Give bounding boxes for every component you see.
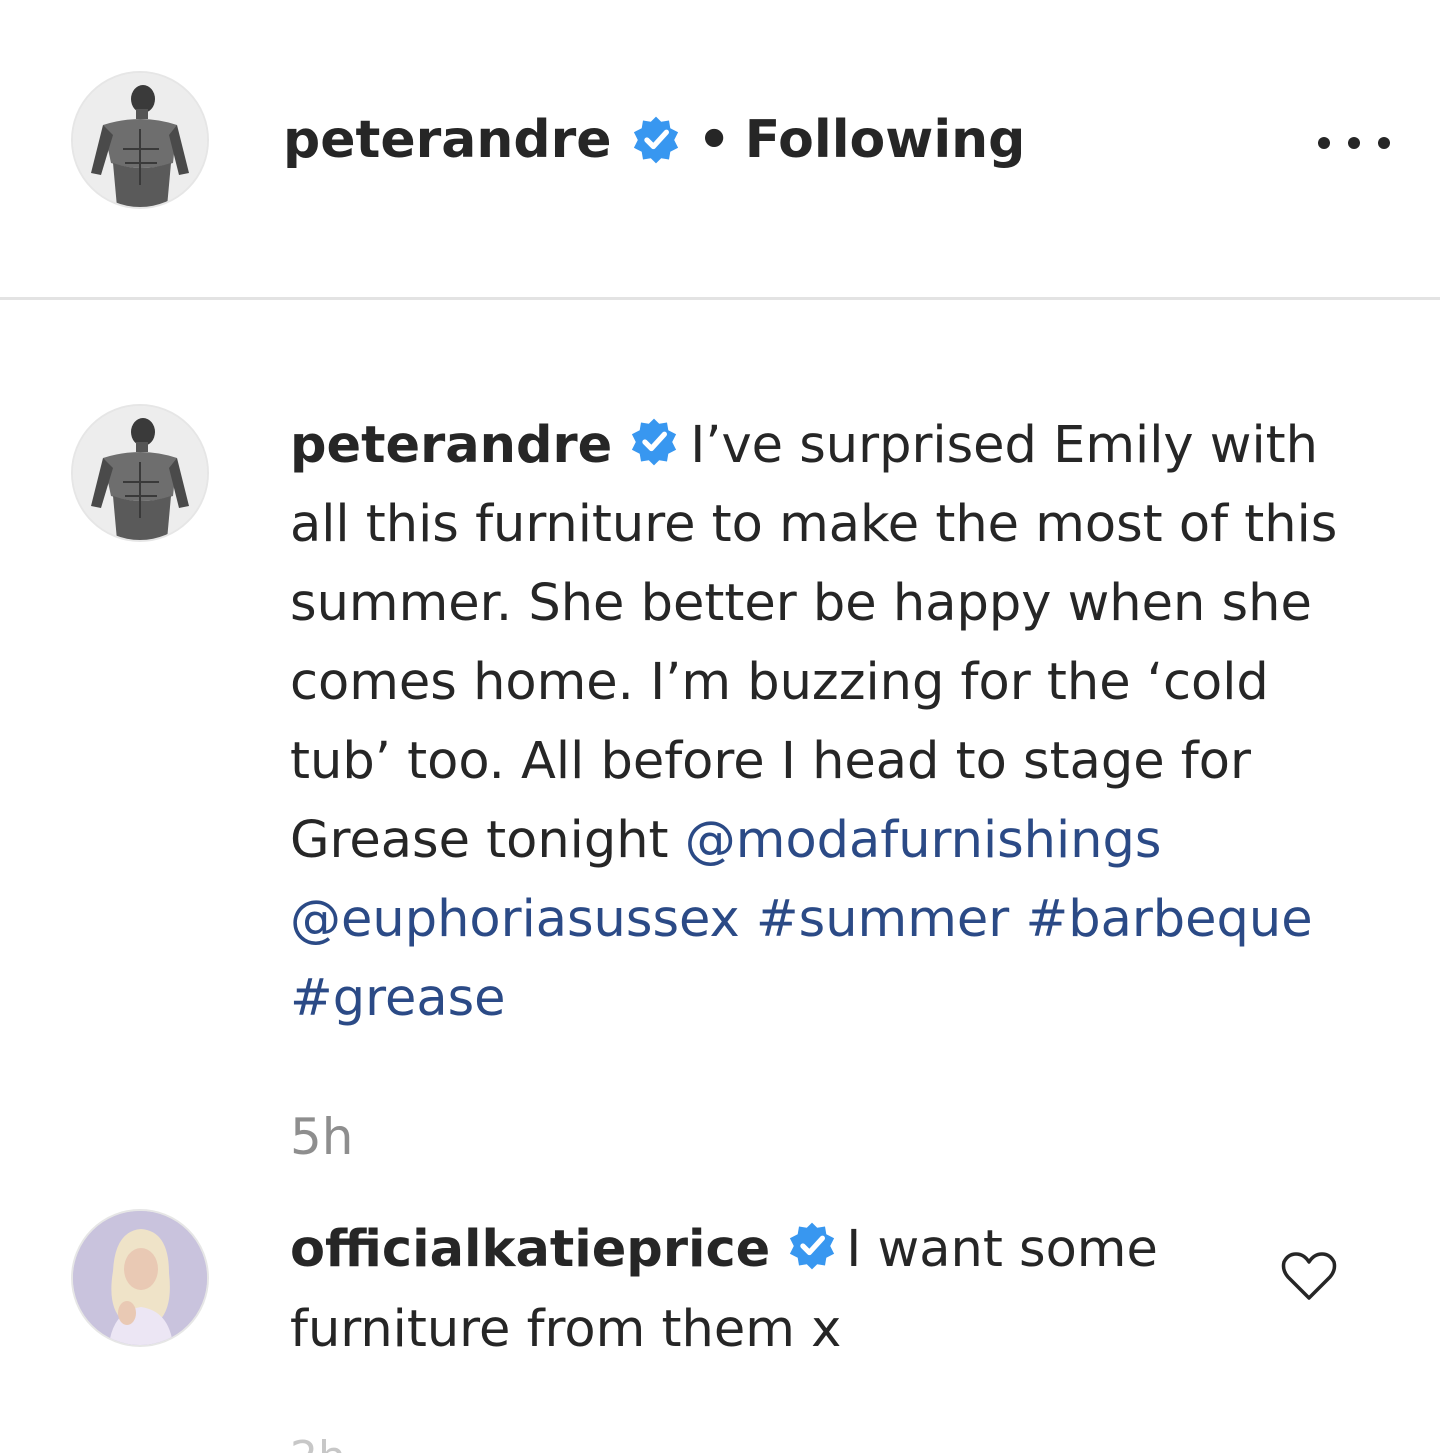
mention-link[interactable]: @euphoriasussex — [290, 890, 740, 949]
hashtag-link[interactable]: #summer — [756, 890, 1009, 949]
follow-status-button[interactable]: Following — [745, 110, 1026, 170]
mention-link[interactable]: @modafurnishings — [685, 811, 1162, 870]
more-dot — [1378, 137, 1390, 149]
verified-badge-icon — [633, 116, 678, 164]
header-username[interactable]: peterandre — [283, 110, 612, 170]
post-header: peterandre • Following — [0, 0, 1440, 298]
instagram-post-view: peterandre • Following peterandre I’ve s… — [0, 0, 1440, 1453]
header-divider — [0, 297, 1440, 300]
caption-text: I’ve surprised Emily with all this furni… — [290, 416, 1338, 870]
profile-avatar[interactable] — [71, 71, 209, 209]
caption-timestamp[interactable]: 5h — [290, 1108, 354, 1166]
verified-badge-icon — [632, 418, 677, 466]
comment-avatar[interactable] — [71, 1209, 209, 1347]
header-separator: • — [697, 110, 731, 170]
comment-timestamp[interactable]: 2h — [290, 1432, 346, 1453]
avatar-photo-icon — [73, 1211, 207, 1345]
post-caption: peterandre I’ve surprised Emily with all… — [290, 406, 1360, 1038]
avatar-photo-icon — [73, 406, 207, 540]
header-title-row: peterandre • Following — [283, 108, 1025, 172]
avatar-photo-icon — [73, 73, 207, 207]
hashtag-link[interactable]: #grease — [290, 969, 506, 1028]
caption-avatar[interactable] — [71, 404, 209, 542]
more-dot — [1318, 137, 1330, 149]
comment-username[interactable]: officialkatieprice — [290, 1220, 770, 1279]
caption-username[interactable]: peterandre — [290, 416, 612, 475]
more-dot — [1348, 137, 1360, 149]
hashtag-link[interactable]: #barbeque — [1025, 890, 1312, 949]
heart-outline-icon — [1281, 1252, 1337, 1300]
heart-icon[interactable] — [1280, 1250, 1338, 1302]
verified-badge-icon — [790, 1222, 835, 1270]
more-options-icon[interactable] — [1318, 128, 1390, 158]
comment-body: officialkatieprice I want some furniture… — [290, 1210, 1250, 1370]
